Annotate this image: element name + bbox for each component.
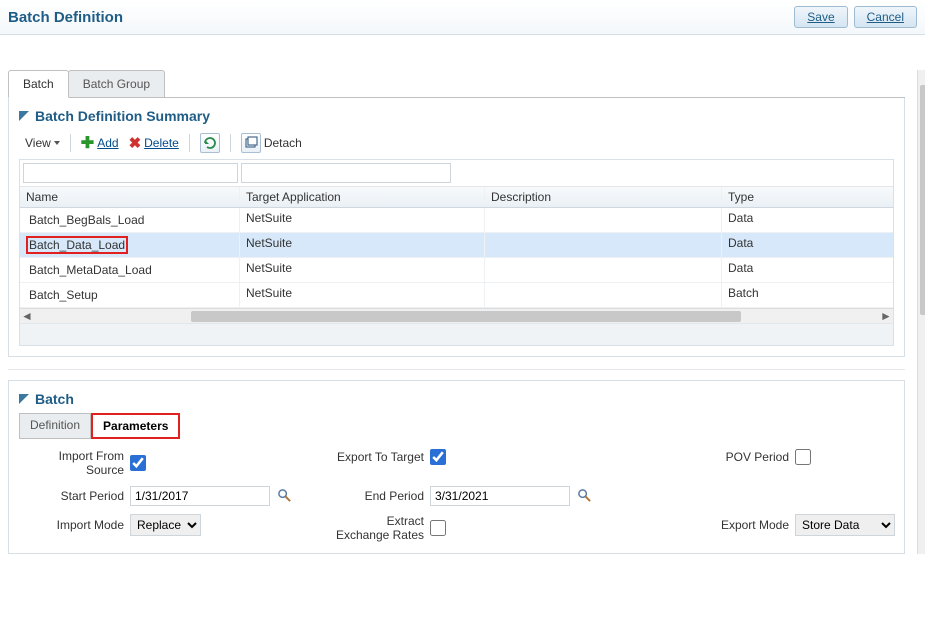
tab-batch-group[interactable]: Batch Group xyxy=(68,70,165,97)
pov-period-label: POV Period xyxy=(639,450,789,464)
import-from-source-checkbox[interactable] xyxy=(130,455,146,471)
delete-button[interactable]: ✖ Delete xyxy=(129,134,179,152)
field-import-mode: Import Mode Replace xyxy=(19,514,309,536)
table-row[interactable]: Batch_SetupNetSuite Batch xyxy=(20,283,893,308)
separator xyxy=(230,134,231,152)
cell-app: NetSuite xyxy=(240,233,485,257)
summary-table: Name Target Application Description Type… xyxy=(19,159,894,346)
scroll-left-icon[interactable]: ◄ xyxy=(20,309,34,323)
field-export-mode: Export Mode Store Data xyxy=(639,514,919,536)
summary-toolbar: View ✚ Add ✖ Delete Detach xyxy=(19,130,894,159)
tab-parameters[interactable]: Parameters xyxy=(91,413,180,439)
filter-row xyxy=(20,160,893,187)
collapse-toggle-icon[interactable] xyxy=(19,394,29,404)
separator xyxy=(189,134,190,152)
pov-period-checkbox[interactable] xyxy=(795,449,811,465)
field-export-to-target: Export To Target xyxy=(319,449,629,465)
export-mode-select[interactable]: Store Data xyxy=(795,514,895,536)
tab-batch[interactable]: Batch xyxy=(8,70,69,98)
save-button[interactable]: Save xyxy=(794,6,847,28)
filter-app-input[interactable] xyxy=(241,163,451,183)
field-pov-period: POV Period xyxy=(639,449,919,465)
detach-icon xyxy=(241,133,261,153)
cell-desc xyxy=(485,283,722,307)
summary-panel: Batch Definition Summary View ✚ Add ✖ De… xyxy=(8,98,905,357)
cell-type: Data xyxy=(722,208,890,232)
cell-app: NetSuite xyxy=(240,208,485,232)
cell-name: Batch_BegBals_Load xyxy=(20,208,240,232)
x-icon: ✖ xyxy=(129,134,142,152)
horizontal-scrollbar[interactable]: ◄ ► xyxy=(20,308,893,323)
cell-desc xyxy=(485,258,722,282)
cell-app: NetSuite xyxy=(240,283,485,307)
batch-inner-tabs: Definition Parameters xyxy=(19,413,894,439)
col-name-header[interactable]: Name xyxy=(20,187,240,207)
col-type-header[interactable]: Type xyxy=(722,187,890,207)
table-body: Batch_BegBals_LoadNetSuiteDataBatch_Data… xyxy=(20,208,893,308)
end-period-search-icon[interactable] xyxy=(576,488,592,504)
refresh-button[interactable] xyxy=(200,133,220,153)
export-to-target-checkbox[interactable] xyxy=(430,449,446,465)
col-app-header[interactable]: Target Application xyxy=(240,187,485,207)
tab-definition[interactable]: Definition xyxy=(19,413,91,439)
start-period-input[interactable] xyxy=(130,486,270,506)
plus-icon: ✚ xyxy=(81,133,94,153)
divider xyxy=(8,369,905,370)
start-period-label: Start Period xyxy=(19,489,124,503)
cell-name: Batch_MetaData_Load xyxy=(20,258,240,282)
vertical-scrollbar[interactable] xyxy=(917,70,925,554)
import-mode-select[interactable]: Replace xyxy=(130,514,201,536)
header-buttons: Save Cancel xyxy=(794,6,917,28)
cell-app: NetSuite xyxy=(240,258,485,282)
page-header: Batch Definition Save Cancel xyxy=(0,0,925,35)
table-footer xyxy=(20,323,893,345)
cancel-button[interactable]: Cancel xyxy=(854,6,917,28)
cell-type: Data xyxy=(722,258,890,282)
view-menu[interactable]: View xyxy=(25,136,60,150)
table-row[interactable]: Batch_MetaData_LoadNetSuite Data xyxy=(20,258,893,283)
table-row[interactable]: Batch_BegBals_LoadNetSuite Data xyxy=(20,208,893,233)
cell-name: Batch_Data_Load xyxy=(20,233,240,257)
start-period-search-icon[interactable] xyxy=(276,488,292,504)
cell-desc xyxy=(485,233,722,257)
filter-name-input[interactable] xyxy=(23,163,238,183)
batch-panel-title: Batch xyxy=(35,391,74,407)
cell-name: Batch_Setup xyxy=(20,283,240,307)
table-header: Name Target Application Description Type xyxy=(20,187,893,208)
export-to-target-label: Export To Target xyxy=(319,450,424,464)
summary-panel-title: Batch Definition Summary xyxy=(35,108,210,124)
detach-button[interactable]: Detach xyxy=(241,133,302,153)
batch-panel: Batch Definition Parameters Import FromS… xyxy=(8,380,905,554)
field-start-period: Start Period xyxy=(19,486,309,506)
collapse-toggle-icon[interactable] xyxy=(19,111,29,121)
scroll-right-icon[interactable]: ► xyxy=(879,309,893,323)
page-title: Batch Definition xyxy=(8,9,123,26)
horizontal-scrollbar-thumb[interactable] xyxy=(191,311,741,322)
cell-type: Batch xyxy=(722,283,890,307)
vertical-scrollbar-thumb[interactable] xyxy=(920,85,925,315)
import-mode-label: Import Mode xyxy=(19,518,124,532)
separator xyxy=(70,134,71,152)
add-button[interactable]: ✚ Add xyxy=(81,133,119,153)
import-from-source-label: Import FromSource xyxy=(19,449,124,478)
main-tabs: Batch Batch Group xyxy=(8,70,905,98)
cell-type: Data xyxy=(722,233,890,257)
field-import-from-source: Import FromSource xyxy=(19,449,309,478)
cell-desc xyxy=(485,208,722,232)
field-end-period: End Period xyxy=(319,486,629,506)
col-desc-header[interactable]: Description xyxy=(485,187,722,207)
parameters-form: Import FromSource Export To Target POV P… xyxy=(19,449,894,543)
field-extract-exchange: ExtractExchange Rates xyxy=(319,514,629,543)
end-period-input[interactable] xyxy=(430,486,570,506)
end-period-label: End Period xyxy=(319,489,424,503)
export-mode-label: Export Mode xyxy=(639,518,789,532)
extract-exchange-label: ExtractExchange Rates xyxy=(319,514,424,543)
extract-exchange-checkbox[interactable] xyxy=(430,520,446,536)
table-row[interactable]: Batch_Data_LoadNetSuite Data xyxy=(20,233,893,258)
